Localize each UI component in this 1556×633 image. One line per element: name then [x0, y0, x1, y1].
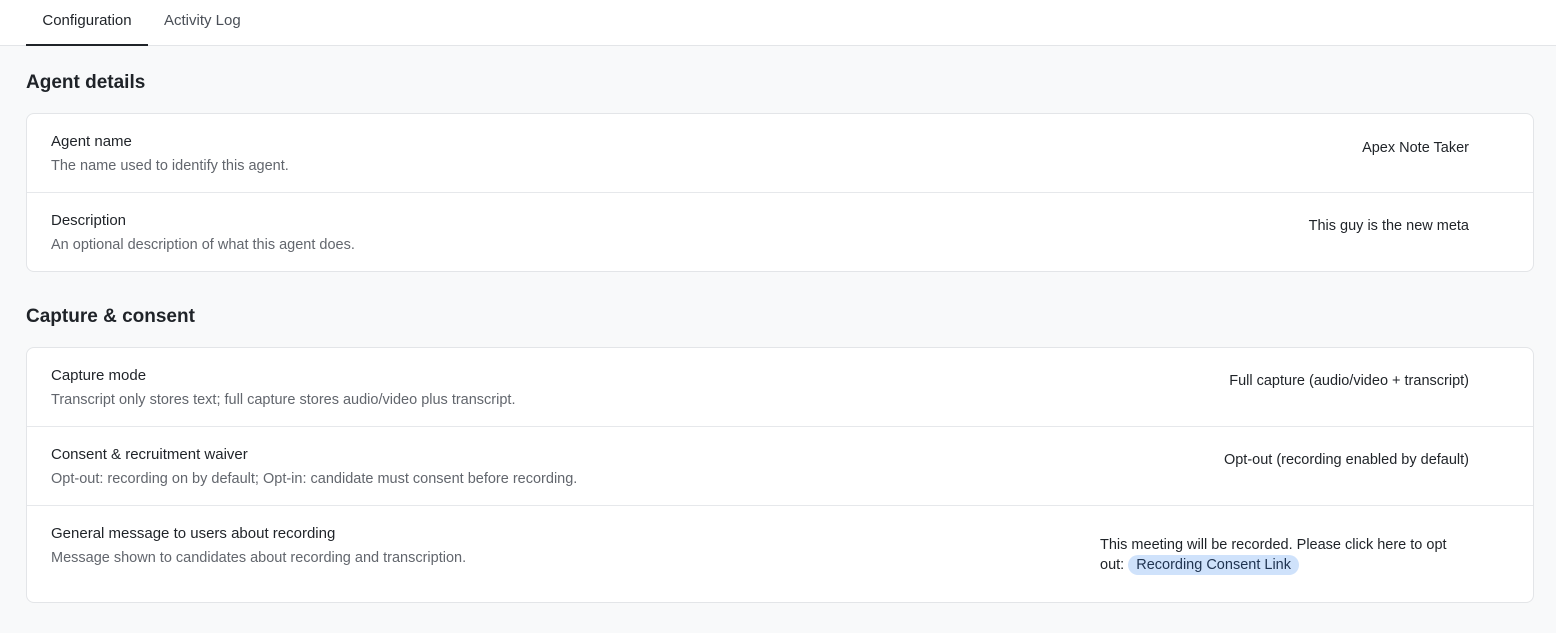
setting-value: This meeting will be recorded. Please cl… [1100, 535, 1468, 575]
tab-configuration[interactable]: Configuration [26, 0, 148, 46]
section-title-capture-consent: Capture & consent [26, 306, 195, 327]
agent-details-card: Agent name The name used to identify thi… [26, 113, 1534, 272]
setting-row-recording-message[interactable]: General message to users about recording… [27, 506, 1533, 602]
setting-description: The name used to identify this agent. [51, 158, 289, 174]
setting-value: Apex Note Taker [1362, 140, 1469, 156]
setting-description: Transcript only stores text; full captur… [51, 392, 516, 408]
setting-row-capture-mode[interactable]: Capture mode Transcript only stores text… [27, 348, 1533, 427]
setting-value: Full capture (audio/video + transcript) [1229, 373, 1469, 389]
setting-row-description[interactable]: Description An optional description of w… [27, 193, 1533, 271]
setting-description: An optional description of what this age… [51, 237, 355, 253]
setting-label: Description [51, 212, 127, 229]
setting-value: Opt-out (recording enabled by default) [1223, 452, 1469, 468]
tab-activity-log[interactable]: Activity Log [164, 0, 241, 46]
recording-consent-link[interactable]: Recording Consent Link [1128, 555, 1299, 575]
setting-label: General message to users about recording [51, 525, 336, 542]
setting-value: This guy is the new meta [1308, 218, 1469, 234]
setting-row-consent-waiver[interactable]: Consent & recruitment waiver Opt-out: re… [27, 427, 1533, 506]
tab-bar: Configuration Activity Log [0, 0, 1556, 46]
setting-label: Agent name [51, 133, 132, 150]
setting-description: Message shown to candidates about record… [51, 550, 467, 566]
setting-row-agent-name[interactable]: Agent name The name used to identify thi… [27, 114, 1533, 193]
setting-label: Capture mode [51, 367, 147, 384]
capture-consent-card: Capture mode Transcript only stores text… [26, 347, 1534, 603]
section-title-agent-details: Agent details [26, 72, 146, 93]
setting-description: Opt-out: recording on by default; Opt-in… [51, 471, 578, 487]
setting-label: Consent & recruitment waiver [51, 446, 248, 463]
